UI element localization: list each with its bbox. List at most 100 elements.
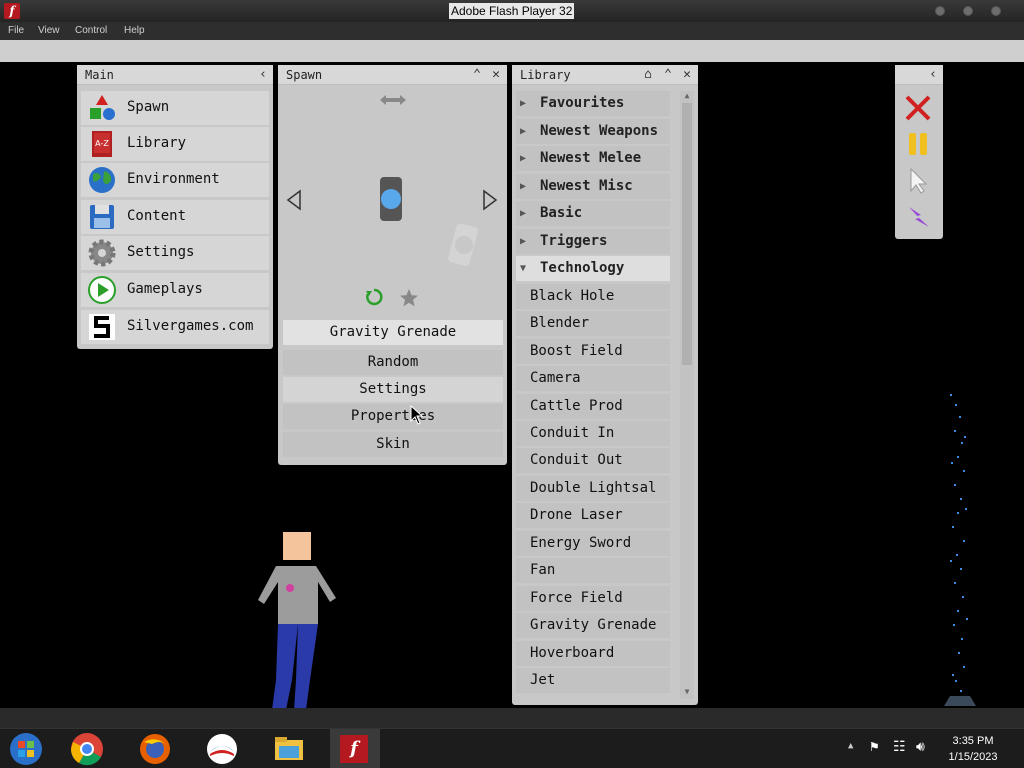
game-top-strip [0,40,1024,62]
collapse-up-icon[interactable]: ⌃ [660,67,676,83]
flip-horizontal-icon[interactable] [378,93,408,107]
main-item-label: Environment [127,171,220,187]
library-category[interactable]: ▶ Basic [516,201,670,226]
chrome-icon[interactable] [70,732,104,766]
library-category[interactable]: ▶ Newest Misc [516,174,670,199]
library-category-expanded[interactable]: ▼ Technology [516,256,670,281]
library-item[interactable]: Jet [516,668,670,693]
expand-arrow-icon: ▶ [520,236,527,247]
main-item-library[interactable]: A-Z Library [81,127,269,161]
library-item[interactable]: Gravity Grenade [516,613,670,638]
game-ground [0,708,1024,728]
tools-panel-header: ‹ [895,65,943,85]
next-arrow-icon[interactable] [482,189,498,211]
library-item[interactable]: Conduit Out [516,448,670,473]
home-icon[interactable]: ⌂ [640,67,656,83]
main-item-label: Settings [127,244,195,260]
spawn-option-skin[interactable]: Skin [283,432,503,457]
main-item-settings[interactable]: Settings [81,236,269,270]
expand-arrow-icon: ▶ [520,98,527,109]
library-panel-header: Library ⌂ ⌃ ✕ [512,65,698,85]
pause-icon[interactable] [903,129,933,159]
expand-arrow-icon: ▶ [520,126,527,137]
library-item[interactable]: Camera [516,366,670,391]
scroll-up-icon[interactable]: ▲ [682,91,692,101]
show-hidden-icons-icon[interactable]: ▲ [848,741,853,751]
expand-arrow-icon: ▶ [520,181,527,192]
window-titlebar: f Adobe Flash Player 32 [0,0,1024,22]
particle-fountain [944,394,976,706]
network-icon[interactable]: ☷ [893,739,906,755]
menu-view[interactable]: View [38,25,60,36]
rotate-icon[interactable] [364,287,384,307]
library-panel-title: Library [520,68,571,82]
delete-x-icon[interactable] [903,93,933,123]
scrollbar-thumb[interactable] [682,103,692,365]
menu-file[interactable]: File [8,25,24,36]
close-icon[interactable]: ✕ [679,67,695,83]
close-icon[interactable]: ✕ [488,67,504,83]
ragdoll-character[interactable] [250,530,350,710]
main-item-label: Library [127,135,187,151]
svg-text:A-Z: A-Z [95,139,109,148]
play-icon [88,276,116,304]
main-item-spawn[interactable]: Spawn [81,91,269,125]
main-item-label: Silvergames.com [127,318,254,334]
flash-app-icon: f [4,3,20,19]
library-book-icon: A-Z [92,131,112,157]
windows-start-icon[interactable] [9,732,43,766]
flash-player-taskbar-icon: f [340,735,368,763]
close-window-button[interactable] [991,6,1001,16]
cursor-pointer-icon[interactable] [903,165,933,195]
spawn-shapes-icon [90,95,115,120]
library-item[interactable]: Black Hole [516,284,670,309]
collapse-up-icon[interactable]: ⌃ [469,67,485,83]
maximize-button[interactable] [963,6,973,16]
obama-app-icon[interactable] [205,732,239,766]
library-item[interactable]: Hoverboard [516,641,670,666]
main-item-label: Gameplays [127,281,203,297]
clock-time: 3:35 PM [952,735,994,747]
library-scrollbar[interactable]: ▲ ▼ [680,91,694,699]
library-category[interactable]: ▶ Favourites [516,91,670,116]
clock-date: 1/15/2023 [948,751,998,763]
scroll-down-icon[interactable]: ▼ [682,687,692,697]
main-item-gameplays[interactable]: Gameplays [81,273,269,307]
minimize-button[interactable] [935,6,945,16]
volume-icon[interactable]: 🔊︎ [916,739,925,755]
library-item[interactable]: Conduit In [516,421,670,446]
main-item-silvergames[interactable]: Silvergames.com [81,310,269,344]
file-explorer-icon[interactable] [272,732,306,766]
spawn-option-random[interactable]: Random [283,350,503,375]
taskbar-active-app[interactable]: f [330,729,380,768]
previous-arrow-icon[interactable] [286,189,302,211]
spawn-option-properties[interactable]: Properties [283,404,503,429]
spawn-panel: Spawn ⌃ ✕ Gravity Grenade Random Setting… [278,65,507,465]
collapse-left-icon[interactable]: ‹ [925,67,941,83]
action-center-flag-icon[interactable]: ⚑ [870,739,878,755]
lightning-icon[interactable] [903,201,933,231]
main-item-label: Spawn [127,99,170,115]
library-category[interactable]: ▶ Newest Weapons [516,119,670,144]
library-item[interactable]: Force Field [516,586,670,611]
favourite-star-icon[interactable] [398,287,420,309]
library-item[interactable]: Blender [516,311,670,336]
gravity-grenade-preview [380,177,402,221]
firefox-icon[interactable] [138,732,172,766]
library-item[interactable]: Double Lightsal [516,476,670,501]
library-category[interactable]: ▶ Newest Melee [516,146,670,171]
collapse-left-icon[interactable]: ‹ [255,67,271,83]
library-item[interactable]: Fan [516,558,670,583]
silvergames-logo-icon [89,314,115,340]
system-clock[interactable]: 3:35 PM 1/15/2023 [938,733,1008,765]
library-item[interactable]: Boost Field [516,339,670,364]
library-item[interactable]: Cattle Prod [516,394,670,419]
library-item[interactable]: Energy Sword [516,531,670,556]
library-category[interactable]: ▶ Triggers [516,229,670,254]
main-item-environment[interactable]: Environment [81,163,269,197]
menu-help[interactable]: Help [124,25,145,36]
library-item[interactable]: Drone Laser [516,503,670,528]
main-item-content[interactable]: Content [81,200,269,234]
spawn-option-settings[interactable]: Settings [283,377,503,402]
menu-control[interactable]: Control [75,25,107,36]
